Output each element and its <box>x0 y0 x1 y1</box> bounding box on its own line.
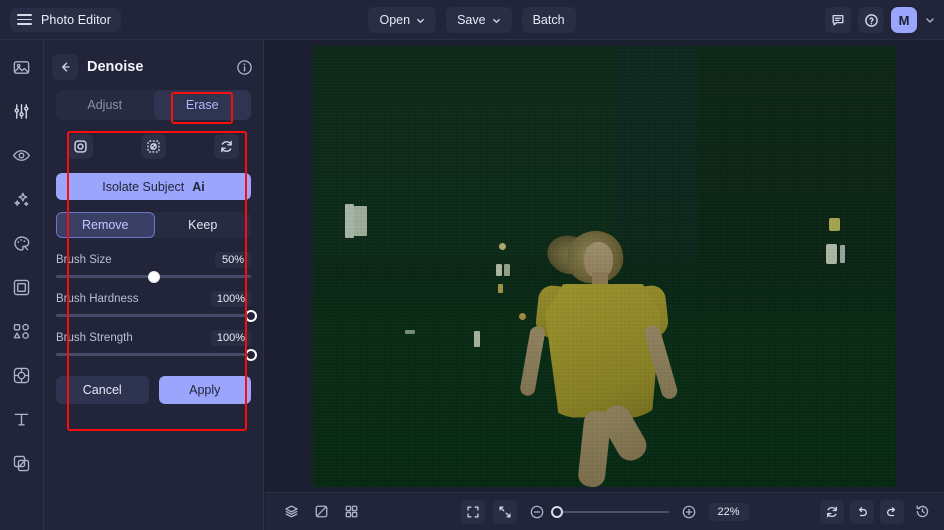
brush-strength-slider-block: Brush Strength 100% <box>56 330 251 356</box>
photo-light-2 <box>354 206 367 236</box>
brush-select-icon[interactable] <box>68 134 93 159</box>
chevron-down-icon <box>416 16 425 25</box>
zoom-in-icon[interactable] <box>677 500 701 524</box>
tab-erase[interactable]: Erase <box>154 90 252 120</box>
sidebar-item-text[interactable] <box>9 406 35 432</box>
avatar[interactable]: M <box>891 7 917 33</box>
open-label: Open <box>379 13 410 27</box>
brush-strength-label: Brush Strength <box>56 332 133 344</box>
sidebar-item-overlay[interactable] <box>9 450 35 476</box>
sidebar-item-retouch[interactable] <box>9 142 35 168</box>
top-right-actions: M <box>825 0 936 40</box>
mode-keep-button[interactable]: Keep <box>155 212 252 238</box>
isolate-subject-button[interactable]: Isolate Subject Ai <box>56 173 251 200</box>
bottom-left-tools <box>279 500 363 524</box>
erase-mode-toggle: Remove Keep <box>56 212 251 238</box>
fit-screen-icon[interactable] <box>461 500 485 524</box>
bottom-right-tools <box>820 500 934 524</box>
brush-strength-knob[interactable] <box>245 349 257 361</box>
brush-size-knob[interactable] <box>148 271 160 283</box>
sidebar-item-color[interactable] <box>9 230 35 256</box>
reset-selection-icon[interactable] <box>214 134 239 159</box>
photo-light-7 <box>826 244 837 264</box>
photo-canvas[interactable] <box>313 46 896 487</box>
brush-size-slider[interactable] <box>56 275 251 278</box>
chat-icon[interactable] <box>825 7 851 33</box>
brush-hardness-slider-block: Brush Hardness 100% <box>56 291 251 317</box>
save-label: Save <box>457 13 486 27</box>
sidebar-item-frame[interactable] <box>9 274 35 300</box>
brush-size-slider-block: Brush Size 50% <box>56 252 251 278</box>
bottom-bar: 22% <box>265 492 944 530</box>
redo-icon[interactable] <box>880 500 904 524</box>
rotate-icon[interactable] <box>820 500 844 524</box>
brush-strength-value: 100% <box>211 330 251 346</box>
selection-tools-row <box>56 134 251 159</box>
left-tool-rail <box>0 40 44 530</box>
apply-button[interactable]: Apply <box>159 376 252 404</box>
history-icon[interactable] <box>910 500 934 524</box>
photo-light-5 <box>504 264 510 276</box>
arrow-left-icon[interactable] <box>52 54 78 80</box>
panel-footer-buttons: Cancel Apply <box>56 376 251 404</box>
zoom-slider-knob[interactable] <box>551 506 563 518</box>
ai-badge: Ai <box>192 180 205 194</box>
cancel-button[interactable]: Cancel <box>56 376 149 404</box>
brush-hardness-value: 100% <box>211 291 251 307</box>
brush-size-label: Brush Size <box>56 254 112 266</box>
batch-label: Batch <box>533 13 565 27</box>
grid-icon[interactable] <box>339 500 363 524</box>
open-button[interactable]: Open <box>368 7 436 33</box>
save-button[interactable]: Save <box>446 7 512 33</box>
brush-hardness-label: Brush Hardness <box>56 293 138 305</box>
sidebar-item-focus[interactable] <box>9 362 35 388</box>
sidebar-item-image[interactable] <box>9 54 35 80</box>
collapse-icon[interactable] <box>493 500 517 524</box>
zoom-level-value[interactable]: 22% <box>709 503 749 521</box>
brush-hardness-knob[interactable] <box>245 310 257 322</box>
avatar-chevron-down-icon[interactable] <box>924 14 936 26</box>
photo-light-10 <box>519 313 526 320</box>
sidebar-item-adjust[interactable] <box>9 98 35 124</box>
invert-select-icon[interactable] <box>141 134 166 159</box>
erase-tool-body: Isolate Subject Ai Remove Keep Brush Siz… <box>56 134 251 404</box>
sidebar-item-effects[interactable] <box>9 186 35 212</box>
photo-light-9 <box>498 284 503 293</box>
info-icon[interactable] <box>236 59 253 76</box>
photo-light-12 <box>405 330 415 334</box>
top-bar: Photo Editor Open Save Batch <box>0 0 944 40</box>
sidebar-item-shapes[interactable] <box>9 318 35 344</box>
app-menu-button[interactable]: Photo Editor <box>10 8 121 32</box>
photo-light-8 <box>840 245 845 263</box>
photo-light-4 <box>496 264 502 276</box>
page-title: Denoise <box>87 59 143 75</box>
photo-light-3 <box>499 243 506 250</box>
zoom-slider[interactable] <box>557 511 669 513</box>
photo-light-1 <box>345 204 354 238</box>
photo-light-6 <box>829 218 840 231</box>
top-center-actions: Open Save Batch <box>0 0 944 40</box>
batch-button[interactable]: Batch <box>522 7 576 33</box>
tab-adjust[interactable]: Adjust <box>56 90 154 120</box>
app-title: Photo Editor <box>41 13 111 27</box>
layers-icon[interactable] <box>279 500 303 524</box>
panel-header: Denoise <box>44 47 263 87</box>
undo-icon[interactable] <box>850 500 874 524</box>
tool-panel: Denoise Adjust Erase Isola <box>44 40 264 530</box>
compare-icon[interactable] <box>309 500 333 524</box>
photo-light-11 <box>474 331 480 347</box>
hamburger-icon <box>17 14 32 25</box>
canvas-stage[interactable] <box>265 40 944 492</box>
chevron-down-icon <box>492 16 501 25</box>
help-circle-icon[interactable] <box>858 7 884 33</box>
brush-hardness-slider[interactable] <box>56 314 251 317</box>
brush-strength-slider[interactable] <box>56 353 251 356</box>
photo-editor-app: Photo Editor Open Save Batch <box>0 0 944 530</box>
zoom-out-icon[interactable] <box>525 500 549 524</box>
isolate-subject-label: Isolate Subject <box>102 180 184 194</box>
mode-remove-button[interactable]: Remove <box>56 212 155 238</box>
panel-tabs: Adjust Erase <box>56 90 251 120</box>
brush-size-value: 50% <box>215 252 251 268</box>
